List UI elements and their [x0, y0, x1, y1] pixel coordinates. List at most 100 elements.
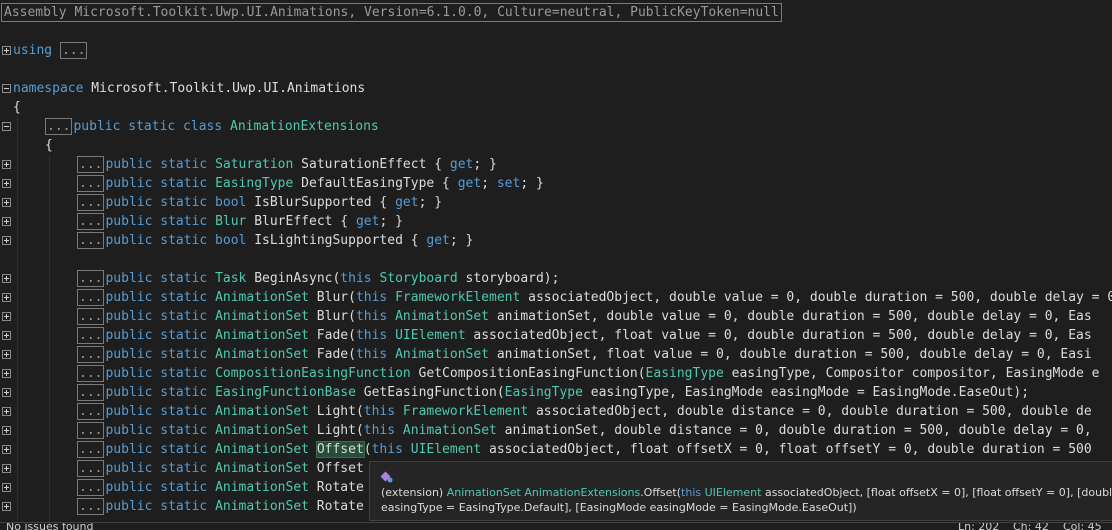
- expand-toggle-icon[interactable]: [2, 502, 11, 511]
- expand-toggle-icon[interactable]: [2, 464, 11, 473]
- class-name: AnimationExtensions: [230, 119, 379, 134]
- param-type: Storyboard: [379, 271, 458, 286]
- param-type: EasingType: [645, 366, 724, 381]
- expand-toggle-icon[interactable]: [2, 198, 11, 207]
- method-name[interactable]: Fade(: [309, 347, 356, 362]
- tooltip-return-type: AnimationSet: [446, 486, 521, 499]
- expand-toggle-icon[interactable]: [2, 445, 11, 454]
- expand-toggle-icon[interactable]: [2, 274, 11, 283]
- collapsed-attributes-ellipsis[interactable]: ...: [77, 308, 105, 325]
- method-name[interactable]: GetEasingFunction(: [356, 385, 505, 400]
- param-type: AnimationSet: [402, 423, 497, 438]
- expand-toggle-icon[interactable]: [2, 331, 11, 340]
- collapsed-attributes-ellipsis[interactable]: ...: [77, 403, 105, 420]
- method-name[interactable]: Blur(: [309, 309, 356, 324]
- method-name[interactable]: Rotate: [309, 480, 364, 495]
- param-type: FrameworkElement: [402, 404, 529, 419]
- expand-toggle-icon[interactable]: [2, 160, 11, 169]
- property-type: EasingType: [215, 176, 294, 191]
- collapsed-attributes-ellipsis[interactable]: ...: [77, 346, 105, 363]
- expand-toggle-icon[interactable]: [2, 312, 11, 321]
- char-number: Ch: 42: [1013, 522, 1049, 530]
- expand-toggle-icon[interactable]: [2, 407, 11, 416]
- expand-toggle-icon[interactable]: [2, 426, 11, 435]
- collapsed-attributes-ellipsis[interactable]: ...: [77, 289, 105, 306]
- collapsed-attributes-ellipsis[interactable]: ...: [77, 213, 105, 230]
- code-line-using: using ...: [0, 41, 88, 60]
- collapsed-attributes-ellipsis[interactable]: ...: [77, 441, 105, 458]
- method-name[interactable]: GetCompositionEasingFunction(: [411, 366, 646, 381]
- method-name[interactable]: Rotate: [309, 499, 364, 514]
- expand-toggle-icon[interactable]: [2, 293, 11, 302]
- tooltip-params: associatedObject, [float offsetX = 0], […: [764, 486, 1112, 499]
- method-name[interactable]: Light(: [309, 404, 364, 419]
- collapsed-attributes-ellipsis[interactable]: ...: [77, 460, 105, 477]
- expand-toggle-icon[interactable]: [2, 350, 11, 359]
- modifiers: public static: [105, 404, 216, 419]
- property-name: IsLightingSupported {: [246, 233, 427, 248]
- expand-toggle-icon[interactable]: [2, 236, 11, 245]
- return-type: CompositionEasingFunction: [215, 366, 411, 381]
- expand-toggle-icon[interactable]: [2, 217, 11, 226]
- return-type: AnimationSet: [215, 480, 309, 495]
- expand-toggle-icon[interactable]: [2, 483, 11, 492]
- param-list: associatedObject, float value = 0, doubl…: [465, 328, 1092, 343]
- set-keyword: set: [496, 176, 521, 191]
- collapsed-attributes-ellipsis[interactable]: ...: [45, 118, 73, 135]
- this-keyword: this: [363, 404, 403, 419]
- indent-guide: [49, 155, 51, 522]
- collapsed-attributes-ellipsis[interactable]: ...: [77, 270, 105, 287]
- collapse-toggle-icon[interactable]: [2, 122, 11, 131]
- get-keyword: get: [355, 214, 380, 229]
- collapsed-attributes-ellipsis[interactable]: ...: [77, 365, 105, 382]
- param-type: FrameworkElement: [395, 290, 521, 305]
- method-name[interactable]: Fade(: [309, 328, 356, 343]
- modifiers: public static bool: [105, 195, 247, 210]
- modifiers: public static: [105, 423, 216, 438]
- collapsed-attributes-ellipsis[interactable]: ...: [77, 422, 105, 439]
- modifiers: public static: [105, 214, 216, 229]
- code-line-brace: {: [0, 98, 31, 117]
- method-name[interactable]: BeginAsync(: [246, 271, 340, 286]
- property-name: SaturationEffect {: [293, 157, 450, 172]
- return-type: AnimationSet: [215, 423, 309, 438]
- punctuation: ; }: [449, 233, 474, 248]
- collapse-toggle-icon[interactable]: [2, 84, 11, 93]
- param-type: AnimationSet: [395, 309, 490, 324]
- modifiers: public static: [105, 309, 216, 324]
- collapsed-attributes-ellipsis[interactable]: ...: [77, 327, 105, 344]
- code-line-class: ... public static class AnimationExtensio…: [0, 117, 379, 136]
- expand-toggle-icon[interactable]: [2, 388, 11, 397]
- punctuation: ; }: [473, 157, 497, 172]
- param-list: associatedObject, double value = 0, doub…: [520, 290, 1112, 305]
- expand-toggle-icon[interactable]: [2, 46, 11, 55]
- collapsed-region-ellipsis[interactable]: ...: [59, 42, 88, 59]
- return-type: AnimationSet: [215, 442, 309, 457]
- collapsed-attributes-ellipsis[interactable]: ...: [77, 175, 105, 192]
- quickinfo-tooltip: (extension) AnimationSet AnimationExtens…: [369, 461, 1112, 521]
- expand-toggle-icon[interactable]: [2, 369, 11, 378]
- collapsed-attributes-ellipsis[interactable]: ...: [77, 384, 105, 401]
- method-name[interactable]: Blur(: [309, 290, 356, 305]
- return-type: AnimationSet: [215, 290, 309, 305]
- open-brace: {: [13, 100, 21, 115]
- collapsed-attributes-ellipsis[interactable]: ...: [77, 232, 105, 249]
- method-name[interactable]: Offset: [315, 441, 365, 458]
- code-line-property: ... public static Blur BlurEffect { get; …: [0, 212, 403, 231]
- collapsed-attributes-ellipsis[interactable]: ...: [77, 479, 105, 496]
- punctuation: ; }: [520, 176, 544, 191]
- method-name[interactable]: Offset: [309, 461, 364, 476]
- punctuation: ; }: [418, 195, 443, 210]
- issues-status[interactable]: No issues found: [6, 523, 93, 530]
- expand-toggle-icon[interactable]: [2, 179, 11, 188]
- assembly-header-box[interactable]: Assembly Microsoft.Toolkit.Uwp.UI.Animat…: [1, 3, 782, 22]
- param-type: UIElement: [395, 328, 466, 343]
- return-type: Task: [215, 271, 247, 286]
- modifiers: public static: [105, 347, 216, 362]
- method-name[interactable]: Light(: [309, 423, 364, 438]
- collapsed-attributes-ellipsis[interactable]: ...: [77, 156, 105, 173]
- collapsed-attributes-ellipsis[interactable]: ...: [77, 194, 105, 211]
- code-editor[interactable]: Assembly Microsoft.Toolkit.Uwp.UI.Animat…: [0, 0, 1112, 530]
- collapsed-attributes-ellipsis[interactable]: ...: [77, 498, 105, 515]
- code-line-namespace: namespace Microsoft.Toolkit.Uwp.UI.Anima…: [0, 79, 365, 98]
